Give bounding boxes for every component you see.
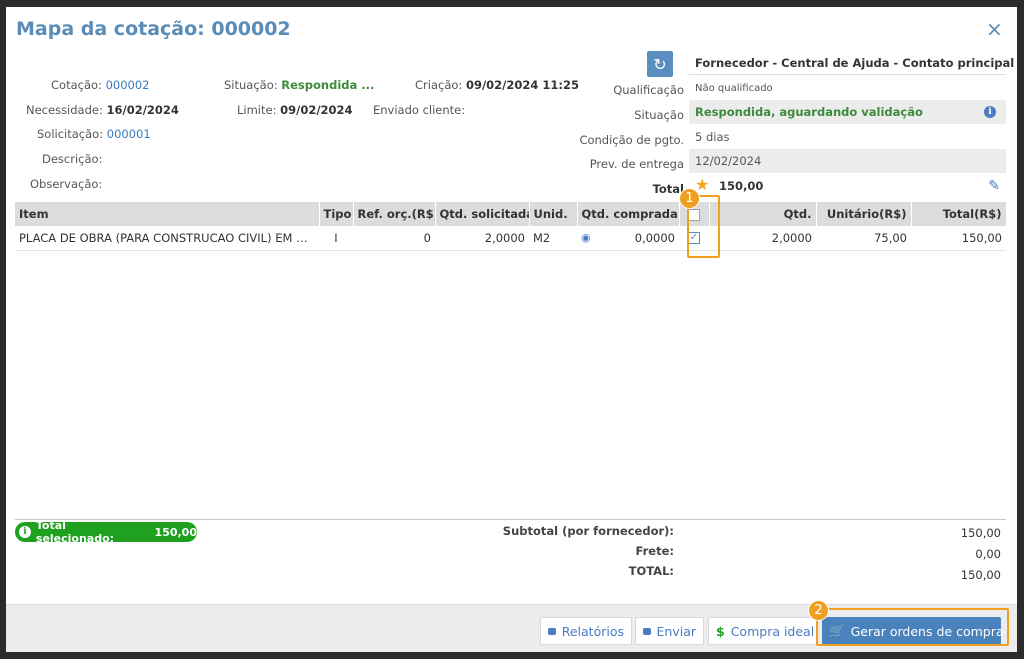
page-title: Mapa da cotação: 000002 — [16, 18, 291, 40]
cell-qtd: 2,0000 — [709, 226, 816, 251]
enviar-label: Enviar — [656, 623, 697, 639]
observacao-label: Observação: — [30, 177, 103, 191]
enviado-cliente-label: Enviado cliente: — [373, 103, 466, 117]
situacao-label: Situação: — [224, 78, 278, 92]
col-header-qtd-solicitada[interactable]: Qtd. solicitada — [435, 202, 530, 226]
totals-divider — [15, 519, 1006, 520]
total-selected-label: Total selecionado: — [35, 519, 115, 545]
col-header-item[interactable]: Item — [15, 202, 320, 226]
situacao-value: Respondida ... — [281, 78, 375, 92]
tag-icon — [548, 627, 556, 635]
necessidade-value: 16/02/2024 — [106, 103, 179, 117]
criacao-field: Criação: 09/02/2024 11:25 — [415, 78, 579, 92]
supplier-situacao-value: Respondida, aguardando validação — [695, 105, 923, 119]
relatorios-label: Relatórios — [561, 623, 624, 639]
cotacao-label: Cotação: — [51, 78, 102, 92]
col-header-qtd-comprada[interactable]: Qtd. comprada — [577, 202, 680, 226]
info-circle-icon: i — [19, 526, 31, 538]
cell-qtd-solicitada: 2,0000 — [435, 226, 529, 251]
frete-value: 0,00 — [975, 547, 1001, 561]
total-value: 150,00 — [960, 568, 1001, 582]
subtotal-value: 150,00 — [960, 526, 1001, 540]
condicao-value: 5 dias — [695, 130, 730, 144]
cell-qtd-comprada: ◉ 0,0000 — [577, 226, 679, 251]
step-badge-1: 1 — [679, 188, 700, 209]
supplier-total-cell: 150,00 ✎ — [689, 174, 1006, 198]
enviar-button[interactable]: Enviar — [635, 617, 704, 645]
total-selected-value: 150,00 — [154, 525, 197, 539]
supplier-divider — [689, 74, 1006, 75]
condicao-label: Condição de pgto. — [579, 133, 684, 147]
col-header-unid[interactable]: Unid. — [529, 202, 578, 226]
descricao-label: Descrição: — [42, 152, 103, 166]
supplier-total-value: 150,00 — [719, 179, 764, 193]
eye-icon[interactable]: ◉ — [581, 231, 591, 244]
table-row[interactable]: PLACA DE OBRA (PARA CONSTRUCAO CIVIL) EM… — [15, 226, 1006, 251]
compra-ideal-button[interactable]: $ Compra ideal — [708, 617, 818, 645]
col-header-ref[interactable]: Ref. orç.(R$) — [353, 202, 436, 226]
col-header-tipo[interactable]: Tipo — [319, 202, 354, 226]
necessidade-field: Necessidade: 16/02/2024 — [26, 103, 179, 117]
total-label: TOTAL: — [628, 564, 674, 578]
necessidade-label: Necessidade: — [26, 103, 103, 117]
tag-icon — [643, 627, 651, 635]
gerar-button-highlight — [816, 608, 1009, 646]
total-selected-pill: i Total selecionado: 150,00 — [15, 519, 197, 545]
dollar-icon: $ — [716, 623, 725, 639]
col-header-qtd[interactable]: Qtd. — [709, 202, 817, 226]
supplier-situacao-cell: Respondida, aguardando validação i — [689, 100, 1006, 124]
limite-value: 09/02/2024 — [280, 103, 353, 117]
cell-qtd-comprada-value: 0,0000 — [634, 230, 675, 245]
limite-label: Limite: — [237, 103, 277, 117]
cell-item: PLACA DE OBRA (PARA CONSTRUCAO CIVIL) EM… — [15, 226, 319, 251]
col-header-total[interactable]: Total(R$) — [911, 202, 1007, 226]
refresh-icon[interactable]: ↻ — [647, 51, 673, 77]
quote-map-dialog: Mapa da cotação: 000002 × Cotação: 00000… — [6, 7, 1017, 652]
supplier-situacao-label: Situação — [634, 108, 684, 122]
solicitacao-label: Solicitação: — [37, 127, 104, 141]
step-badge-2: 2 — [808, 600, 829, 621]
cotacao-field: Cotação: 000002 — [51, 78, 149, 92]
cotacao-link[interactable]: 000002 — [106, 78, 150, 92]
situacao-field: Situação: Respondida ... — [224, 78, 374, 92]
close-icon[interactable]: × — [986, 19, 1003, 39]
info-icon[interactable]: i — [984, 106, 996, 118]
cell-unid: M2 — [529, 226, 577, 251]
criacao-value: 09/02/2024 11:25 — [465, 78, 579, 92]
prev-entrega-label: Prev. de entrega — [589, 157, 684, 171]
solicitacao-link[interactable]: 000001 — [107, 127, 151, 141]
qualificacao-value: Não qualificado — [695, 82, 773, 94]
compra-ideal-label: Compra ideal — [730, 623, 815, 639]
cell-tipo: I — [319, 226, 353, 251]
subtotal-label: Subtotal (por fornecedor): — [502, 524, 674, 538]
table-header-row: Item Tipo Ref. orç.(R$) Qtd. solicitada … — [15, 202, 1007, 226]
supplier-header: Fornecedor - Central de Ajuda - Contato … — [695, 56, 1015, 70]
prev-entrega-value: 12/02/2024 — [689, 149, 1006, 173]
edit-pencil-icon[interactable]: ✎ — [988, 178, 1000, 194]
cell-total: 150,00 — [911, 226, 1006, 251]
limite-field: Limite: 09/02/2024 — [237, 103, 353, 117]
relatorios-button[interactable]: Relatórios — [540, 617, 632, 645]
items-table: Item Tipo Ref. orç.(R$) Qtd. solicitada … — [15, 202, 1007, 251]
solicitacao-field: Solicitação: 000001 — [37, 127, 151, 141]
col-header-unitario[interactable]: Unitário(R$) — [816, 202, 912, 226]
frete-label: Frete: — [635, 544, 675, 558]
cell-ref: 0 — [353, 226, 435, 251]
cell-unitario: 75,00 — [816, 226, 911, 251]
qualificacao-label: Qualificação — [613, 83, 684, 97]
criacao-label: Criação: — [415, 78, 463, 92]
